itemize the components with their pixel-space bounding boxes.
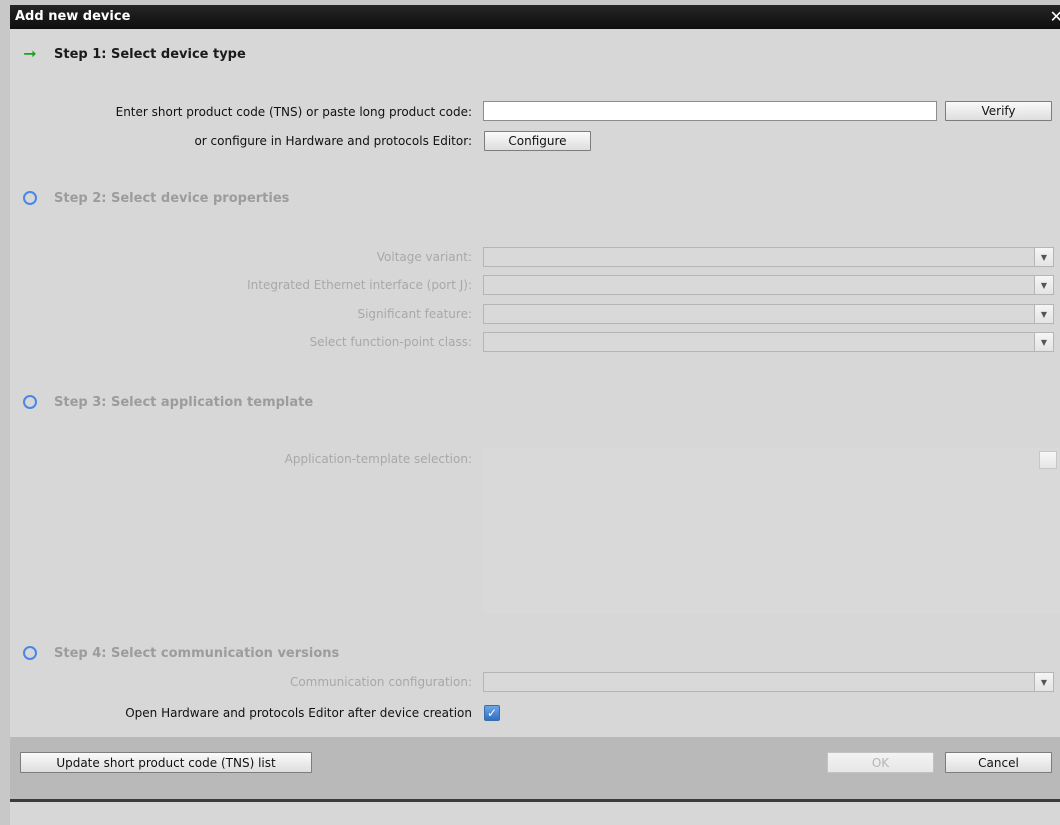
- step2-title: Step 2: Select device properties: [54, 190, 290, 206]
- open-editor-checkbox[interactable]: ✓: [484, 705, 500, 721]
- significant-feature-select[interactable]: ▼: [483, 304, 1054, 324]
- verify-button[interactable]: Verify: [945, 101, 1052, 121]
- circle-icon: [22, 645, 38, 661]
- application-template-list[interactable]: [483, 448, 1060, 614]
- dialog-footer: Update short product code (TNS) list OK …: [10, 737, 1060, 799]
- chevron-down-icon[interactable]: ▼: [1034, 673, 1053, 691]
- communication-configuration-label: Communication configuration:: [289, 675, 472, 689]
- circle-icon: [22, 394, 38, 410]
- dialog-titlebar: Add new device ✕: [10, 5, 1060, 29]
- checkmark-icon: ✓: [486, 706, 498, 720]
- close-icon[interactable]: ✕: [1050, 5, 1060, 29]
- chevron-down-icon[interactable]: ▼: [1034, 248, 1053, 266]
- green-arrow-icon: ➞: [23, 44, 37, 63]
- step1-header: ➞ Step 1: Select device type: [22, 44, 246, 64]
- dialog-title: Add new device: [15, 9, 131, 24]
- function-point-class-label: Select function-point class:: [309, 335, 472, 349]
- chevron-down-icon[interactable]: ▼: [1034, 305, 1053, 323]
- ok-button[interactable]: OK: [827, 752, 934, 773]
- cancel-button[interactable]: Cancel: [945, 752, 1052, 773]
- voltage-variant-select[interactable]: ▼: [483, 247, 1054, 267]
- open-editor-label: Open Hardware and protocols Editor after…: [125, 706, 472, 720]
- function-point-class-select[interactable]: ▼: [483, 332, 1054, 352]
- voltage-variant-label: Voltage variant:: [376, 250, 472, 264]
- significant-feature-label: Significant feature:: [357, 307, 472, 321]
- add-device-dialog: ➞ Step 1: Select device type Enter short…: [10, 29, 1060, 825]
- dialog-bottom-border: [10, 799, 1060, 802]
- scrollbar-thumb[interactable]: [1039, 451, 1057, 469]
- update-tns-list-button[interactable]: Update short product code (TNS) list: [20, 752, 312, 773]
- communication-configuration-select[interactable]: ▼: [483, 672, 1054, 692]
- chevron-down-icon[interactable]: ▼: [1034, 276, 1053, 294]
- ethernet-interface-label: Integrated Ethernet interface (port J):: [247, 278, 472, 292]
- circle-icon: [22, 190, 38, 206]
- configure-button[interactable]: Configure: [484, 131, 591, 151]
- tns-input[interactable]: [483, 101, 937, 121]
- step2-header: Step 2: Select device properties: [22, 188, 289, 208]
- ethernet-interface-select[interactable]: ▼: [483, 275, 1054, 295]
- chevron-down-icon[interactable]: ▼: [1034, 333, 1053, 351]
- step1-title: Step 1: Select device type: [54, 46, 246, 62]
- configure-label: or configure in Hardware and protocols E…: [194, 134, 472, 148]
- tns-label: Enter short product code (TNS) or paste …: [115, 105, 472, 119]
- application-template-label: Application-template selection:: [284, 452, 472, 466]
- step3-header: Step 3: Select application template: [22, 392, 313, 412]
- step3-title: Step 3: Select application template: [54, 394, 314, 410]
- step4-header: Step 4: Select communication versions: [22, 643, 339, 663]
- step4-title: Step 4: Select communication versions: [54, 645, 340, 661]
